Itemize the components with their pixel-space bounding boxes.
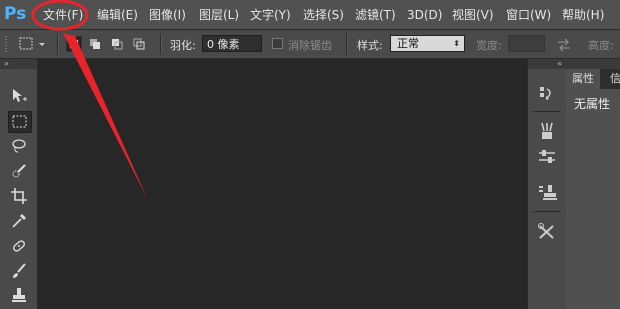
feather-input[interactable]: 0 像素 <box>202 35 262 52</box>
select-arrows-icon: ⬍ <box>453 39 460 48</box>
tab-info[interactable]: 信 <box>604 69 620 89</box>
menu-layer[interactable]: 图层(L) <box>199 6 239 24</box>
width-label: 宽度: <box>476 39 502 52</box>
dock-separator <box>533 111 561 112</box>
panel-header <box>566 59 620 69</box>
properties-body: 无属性 <box>566 89 620 309</box>
style-select[interactable]: 正常 ⬍ <box>390 35 465 52</box>
dock-collapse-icon[interactable]: « <box>528 59 566 69</box>
menu-image[interactable]: 图像(I) <box>149 6 186 24</box>
width-input <box>508 35 545 52</box>
tool-presets-icon[interactable] <box>536 222 558 242</box>
quick-selection-tool[interactable] <box>8 161 30 181</box>
brush-presets-icon[interactable] <box>536 121 558 141</box>
move-tool[interactable] <box>8 86 30 106</box>
separator <box>346 34 348 54</box>
menu-edit[interactable]: 编辑(E) <box>97 6 138 24</box>
style-select-value: 正常 <box>397 37 419 50</box>
toolbox-collapse-icon[interactable]: » <box>0 59 37 69</box>
options-bar: 羽化: 0 像素 消除锯齿 样式: 正常 ⬍ 宽度: 高度: <box>0 30 620 59</box>
eyedropper-tool[interactable] <box>8 211 30 231</box>
style-label: 样式: <box>357 39 383 52</box>
menu-file[interactable]: 文件(F) <box>43 6 83 24</box>
dock-separator <box>533 211 561 212</box>
healing-brush-tool[interactable] <box>8 236 30 256</box>
menu-window[interactable]: 窗口(W) <box>506 6 551 24</box>
selection-mode-buttons[interactable] <box>66 36 150 52</box>
separator <box>160 34 162 54</box>
antialias-checkbox[interactable] <box>272 38 283 49</box>
separator <box>57 34 59 54</box>
antialias-label: 消除锯齿 <box>288 39 332 52</box>
height-label: 高度: <box>588 39 614 52</box>
brush-tool[interactable] <box>8 261 30 281</box>
menu-bar: Ps 文件(F) 编辑(E) 图像(I) 图层(L) 文字(Y) 选择(S) 滤… <box>0 0 620 30</box>
clone-stamp-tool[interactable] <box>8 286 30 306</box>
tools-panel: » <box>0 59 38 309</box>
swap-icon[interactable] <box>556 37 572 52</box>
menu-help[interactable]: 帮助(H) <box>562 6 604 24</box>
panel-tabs: 属性 信 <box>566 69 620 89</box>
panel-dock: « <box>527 59 567 309</box>
feather-label: 羽化: <box>170 39 196 52</box>
menu-type[interactable]: 文字(Y) <box>250 6 291 24</box>
menu-filter[interactable]: 滤镜(T) <box>355 6 396 24</box>
properties-panel: 属性 信 无属性 <box>566 59 620 309</box>
menu-view[interactable]: 视图(V) <box>452 6 494 24</box>
tab-properties[interactable]: 属性 <box>566 69 600 89</box>
lasso-tool[interactable] <box>8 136 30 156</box>
marquee-tool[interactable] <box>8 111 32 133</box>
options-grip-icon <box>4 36 8 52</box>
adjustments-icon[interactable] <box>536 147 558 167</box>
menu-3d[interactable]: 3D(D) <box>407 6 442 24</box>
canvas-workspace[interactable] <box>38 59 527 309</box>
history-icon[interactable] <box>536 84 558 104</box>
crop-tool[interactable] <box>8 186 30 206</box>
tool-preset-picker[interactable] <box>18 36 46 52</box>
menu-select[interactable]: 选择(S) <box>303 6 344 24</box>
no-properties-label: 无属性 <box>574 97 611 111</box>
clone-source-icon[interactable] <box>536 183 558 203</box>
photoshop-logo: Ps <box>4 4 27 24</box>
